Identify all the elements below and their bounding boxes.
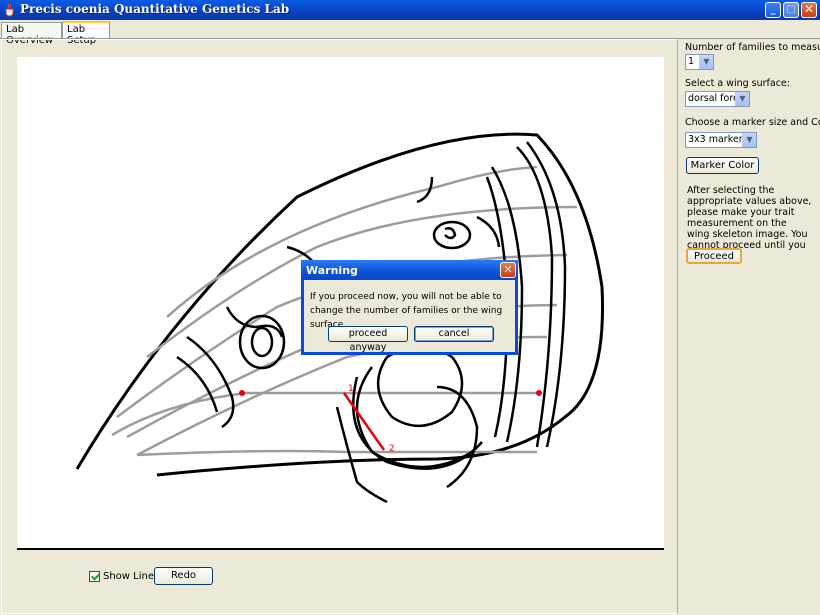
tab-bar: Lab Overview Lab Setup bbox=[0, 21, 820, 46]
chevron-down-icon[interactable]: ▼ bbox=[735, 92, 749, 106]
close-button[interactable]: ✕ bbox=[801, 2, 817, 18]
dialog-title: Warning bbox=[306, 264, 358, 277]
proceed-button[interactable]: Proceed bbox=[686, 248, 742, 264]
title-bar: Precis coenia Quantitative Genetics Lab … bbox=[0, 0, 820, 20]
marker-size-label: Choose a marker size and Color bbox=[685, 117, 820, 128]
endpoint-marker-left bbox=[239, 390, 245, 396]
java-cup-icon bbox=[5, 3, 15, 17]
surface-select[interactable]: dorsal fore ▼ bbox=[685, 91, 750, 107]
surface-label: Select a wing surface: bbox=[685, 78, 790, 89]
cancel-button[interactable]: cancel bbox=[414, 326, 494, 342]
dialog-close-button[interactable]: ✕ bbox=[500, 262, 516, 278]
families-value: 1 bbox=[688, 56, 695, 67]
families-label: Number of families to measure: bbox=[685, 42, 820, 53]
window-title: Precis coenia Quantitative Genetics Lab bbox=[20, 2, 290, 16]
proceed-anyway-button[interactable]: proceed anyway bbox=[328, 326, 408, 353]
marker-size-select[interactable]: 3x3 marker ▼ bbox=[685, 132, 757, 148]
maximize-button[interactable]: □ bbox=[783, 2, 799, 18]
canvas-baseline bbox=[17, 548, 664, 550]
dialog-title-bar: Warning ✕ bbox=[301, 260, 518, 280]
marker-color-button[interactable]: Marker Color bbox=[686, 157, 759, 174]
redo-button[interactable]: Redo bbox=[154, 567, 213, 585]
marker-size-value: 3x3 marker bbox=[688, 134, 743, 145]
families-select[interactable]: 1 ▼ bbox=[685, 54, 714, 70]
chevron-down-icon[interactable]: ▼ bbox=[699, 55, 713, 69]
minimize-button[interactable]: _ bbox=[765, 2, 781, 18]
endpoint-marker-right bbox=[536, 390, 542, 396]
show-line-label: Show Line bbox=[103, 570, 155, 582]
marker-label-1: 1 bbox=[348, 384, 354, 394]
marker-label-2: 2 bbox=[389, 444, 395, 454]
surface-value: dorsal fore bbox=[688, 93, 739, 104]
warning-dialog: Warning ✕ If you proceed now, you will n… bbox=[301, 260, 518, 355]
show-line-checkbox[interactable]: Show Line bbox=[89, 569, 154, 583]
chevron-down-icon[interactable]: ▼ bbox=[742, 133, 756, 147]
tab-lab-setup[interactable]: Lab Setup bbox=[62, 21, 110, 46]
checkbox-checked-icon[interactable] bbox=[89, 570, 100, 582]
tab-lab-overview[interactable]: Lab Overview bbox=[1, 22, 62, 46]
